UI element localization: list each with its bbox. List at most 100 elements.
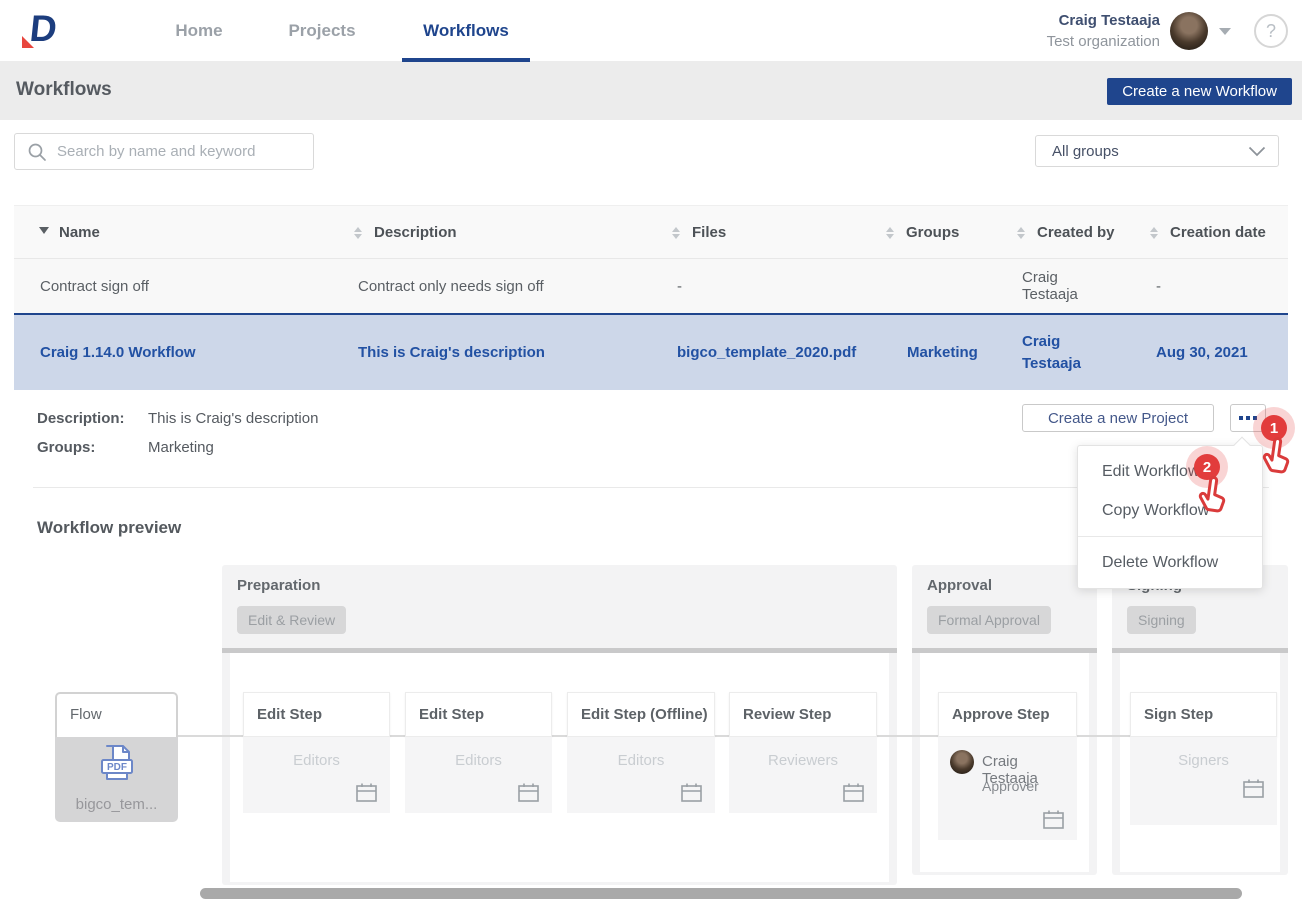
page-title: Workflows <box>16 79 112 101</box>
approver-avatar <box>950 750 974 774</box>
flow-connector <box>877 735 938 737</box>
sort-icon[interactable] <box>354 227 364 239</box>
flow-connector <box>552 735 567 737</box>
step-title: Sign Step <box>1130 692 1277 737</box>
step-card-edit-offline[interactable]: Edit Step (Offline) Editors <box>567 692 715 813</box>
phase-title: Preparation <box>237 577 320 594</box>
table-row[interactable]: Contract sign off Contract only needs si… <box>14 258 1288 313</box>
cell-files: bigco_template_2020.pdf <box>677 315 856 390</box>
step-title: Edit Step (Offline) <box>567 692 715 737</box>
sort-icon[interactable] <box>1017 227 1027 239</box>
step-card-edit-2[interactable]: Edit Step Editors <box>405 692 552 813</box>
cell-description: This is Craig's description <box>358 315 545 390</box>
nav-tab-home[interactable]: Home <box>164 0 234 61</box>
sort-icon[interactable] <box>886 227 896 239</box>
step-title: Review Step <box>729 692 877 737</box>
phase-tag: Formal Approval <box>927 606 1051 634</box>
sort-icon[interactable] <box>672 227 682 239</box>
phase-tag: Signing <box>1127 606 1196 634</box>
step-card-edit-1[interactable]: Edit Step Editors <box>243 692 390 813</box>
active-tab-underline <box>402 58 530 62</box>
description-label: Description: <box>37 410 125 427</box>
nav-tab-projects[interactable]: Projects <box>276 0 368 61</box>
table-header: Name Description Files Groups Created by… <box>14 205 1288 258</box>
cell-name: Contract sign off <box>40 259 149 313</box>
calendar-icon <box>355 782 378 803</box>
step-title: Approve Step <box>938 692 1077 737</box>
cell-creation-date: - <box>1156 259 1161 313</box>
horizontal-scrollbar[interactable] <box>200 888 1242 899</box>
flow-connector <box>390 735 405 737</box>
page-header-band: Workflows Create a new Workflow <box>0 62 1302 120</box>
sort-icon[interactable] <box>1150 227 1160 239</box>
step-role: Approver <box>982 778 1039 794</box>
column-header-creation-date[interactable]: Creation date <box>1170 206 1266 259</box>
flow-connector <box>1077 735 1130 737</box>
cell-name: Craig 1.14.0 Workflow <box>40 315 196 390</box>
search-icon <box>27 142 47 162</box>
step-role: Signers <box>1130 752 1277 769</box>
table-row-selected[interactable]: Craig 1.14.0 Workflow This is Craig's de… <box>14 313 1288 390</box>
cell-created-by: Craig Testaaja <box>1022 331 1114 375</box>
column-header-description[interactable]: Description <box>374 206 457 259</box>
description-value: This is Craig's description <box>148 410 318 427</box>
column-header-created-by[interactable]: Created by <box>1037 206 1115 259</box>
phase-tag: Edit & Review <box>237 606 346 634</box>
flow-node-body[interactable]: PDF bigco_tem... <box>55 737 178 822</box>
pdf-file-icon: PDF <box>94 744 140 786</box>
create-workflow-button[interactable]: Create a new Workflow <box>1107 78 1292 105</box>
groups-filter-dropdown[interactable]: All groups <box>1035 135 1279 167</box>
column-header-groups[interactable]: Groups <box>906 206 959 259</box>
top-navigation-bar: D Home Projects Workflows Craig Testaaja… <box>0 0 1302 62</box>
menu-item-edit-workflow[interactable]: Edit Workflow <box>1078 452 1262 491</box>
flow-connector <box>715 735 729 737</box>
workflows-page: D Home Projects Workflows Craig Testaaja… <box>0 0 1302 902</box>
svg-text:PDF: PDF <box>107 762 127 773</box>
menu-notch <box>1234 437 1251 454</box>
column-header-name[interactable]: Name <box>59 206 100 259</box>
step-title: Edit Step <box>405 692 552 737</box>
help-button[interactable]: ? <box>1254 14 1288 48</box>
chevron-down-icon[interactable] <box>1219 28 1231 35</box>
step-title: Edit Step <box>243 692 390 737</box>
user-avatar[interactable] <box>1170 12 1208 50</box>
flow-node-header[interactable]: Flow <box>55 692 178 737</box>
step-role: Editors <box>405 752 552 769</box>
calendar-icon <box>1042 809 1065 830</box>
step-card-review[interactable]: Review Step Reviewers <box>729 692 877 813</box>
flow-connector <box>178 735 243 737</box>
column-header-files[interactable]: Files <box>692 206 726 259</box>
pointer-hand-icon <box>1255 435 1297 482</box>
search-input[interactable] <box>57 143 297 160</box>
menu-separator <box>1078 536 1262 537</box>
groups-filter-value: All groups <box>1052 143 1248 160</box>
step-card-approve[interactable]: Approve Step Craig Testaaja Approver <box>938 692 1077 840</box>
step-card-sign[interactable]: Sign Step Signers <box>1130 692 1277 825</box>
step-role: Reviewers <box>729 752 877 769</box>
menu-item-delete-workflow[interactable]: Delete Workflow <box>1078 543 1262 582</box>
user-info[interactable]: Craig Testaaja Test organization <box>1047 10 1160 52</box>
phase-title: Approval <box>927 577 992 594</box>
groups-label: Groups: <box>37 439 95 456</box>
nav-tab-workflows[interactable]: Workflows <box>410 0 522 61</box>
calendar-icon <box>842 782 865 803</box>
cell-files: - <box>677 259 682 313</box>
menu-item-copy-workflow[interactable]: Copy Workflow <box>1078 491 1262 530</box>
sort-desc-icon[interactable] <box>39 227 49 234</box>
app-logo[interactable]: D <box>22 8 66 54</box>
pointer-hand-icon <box>1191 474 1233 521</box>
workflow-actions-menu: Edit Workflow Copy Workflow Delete Workf… <box>1077 445 1263 589</box>
step-role: Editors <box>567 752 715 769</box>
logo-letter: D <box>28 8 59 50</box>
calendar-icon <box>1242 778 1265 799</box>
calendar-icon <box>517 782 540 803</box>
cell-created-by: Craig Testaaja <box>1022 259 1114 313</box>
chevron-down-icon <box>1248 146 1266 157</box>
ellipsis-icon <box>1239 416 1243 420</box>
groups-value: Marketing <box>148 439 214 456</box>
cell-creation-date: Aug 30, 2021 <box>1156 315 1248 390</box>
search-box[interactable] <box>14 133 314 170</box>
cell-groups: Marketing <box>907 315 978 390</box>
create-project-button[interactable]: Create a new Project <box>1022 404 1214 432</box>
user-name: Craig Testaaja <box>1047 10 1160 31</box>
